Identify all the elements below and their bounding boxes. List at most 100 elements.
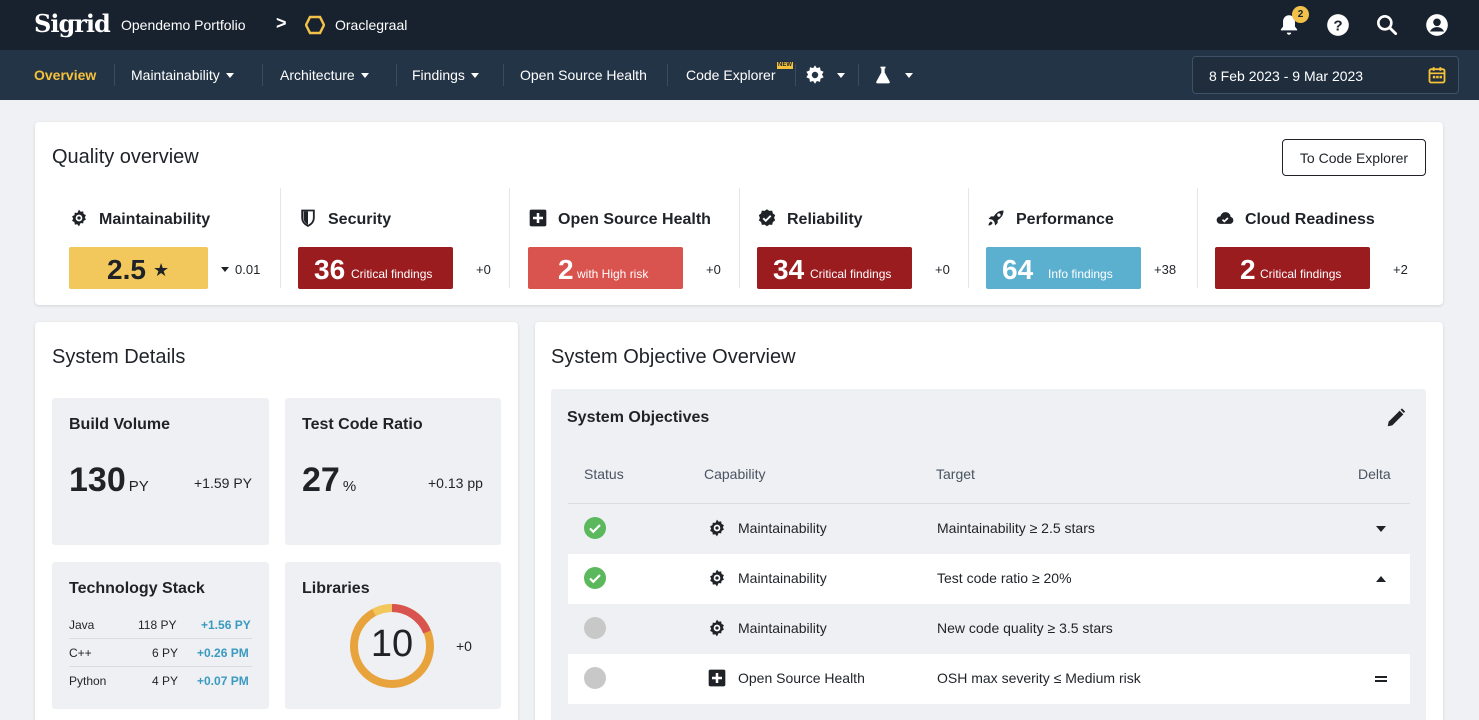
date-range-text: 8 Feb 2023 - 9 Mar 2023 — [1209, 68, 1364, 84]
metric-osh-value-box[interactable]: 2 with High risk — [528, 247, 683, 289]
breadcrumb-system[interactable]: Oraclegraal — [335, 17, 407, 33]
search-icon[interactable] — [1374, 12, 1400, 38]
status-unknown-icon — [584, 617, 606, 639]
metric-security-delta: +0 — [476, 262, 491, 277]
tech-lang: Python — [69, 674, 107, 688]
delta-down-icon — [1376, 526, 1386, 532]
metric-open-source-health[interactable]: Open Source Health 2 with High risk +0 — [528, 188, 738, 298]
metric-cloud-readiness[interactable]: Cloud Readiness 2 Critical findings +2 — [1215, 188, 1425, 298]
nav-findings-label: Findings — [412, 67, 465, 83]
test-code-ratio-title: Test Code Ratio — [302, 416, 423, 433]
to-code-explorer-button[interactable]: To Code Explorer — [1282, 139, 1426, 176]
system-objectives-card: System Objective Overview System Objecti… — [535, 322, 1443, 720]
chevron-down-icon[interactable] — [905, 73, 913, 78]
top-bar: Sigrid Opendemo Portfolio > Oraclegraal … — [0, 0, 1479, 50]
gear-icon[interactable] — [804, 64, 826, 86]
sigrid-logo[interactable]: Sigrid — [34, 9, 111, 38]
system-details-title: System Details — [52, 346, 186, 368]
objective-target: Maintainability ≥ 2.5 stars — [937, 520, 1095, 536]
new-badge: NEW — [777, 62, 793, 69]
metric-cloud-value-box[interactable]: 2 Critical findings — [1215, 247, 1370, 289]
nav-divider — [396, 64, 397, 86]
nav-overview[interactable]: Overview — [34, 67, 96, 83]
metric-security-value: 36 — [314, 254, 346, 285]
metric-performance-delta: +38 — [1154, 262, 1177, 277]
objective-row[interactable]: Open Source Health OSH max severity ≤ Me… — [568, 654, 1410, 704]
objective-row[interactable]: Maintainability Test code ratio ≥ 20% — [568, 554, 1410, 604]
objectives-table-header: Status Capability Target Delta — [568, 454, 1410, 504]
nav-divider — [667, 64, 668, 86]
cloud-icon — [1216, 212, 1234, 224]
status-unknown-icon — [584, 667, 606, 689]
metric-performance[interactable]: Performance 64 Info findings +38 — [986, 188, 1196, 298]
tech-row: C++ 6 PY +0.26 PM — [69, 639, 252, 667]
metric-security-value-box[interactable]: 36 Critical findings — [298, 247, 453, 289]
test-code-ratio-value: 27 — [302, 461, 340, 499]
metric-divider — [739, 188, 740, 288]
metric-reliability[interactable]: Reliability 34 Critical findings +0 — [757, 188, 967, 298]
metric-performance-value-box[interactable]: 64 Info findings — [986, 247, 1141, 289]
libraries-tile[interactable]: Libraries 10 +0 — [285, 562, 501, 709]
metric-security[interactable]: Security 36 Critical findings +0 — [298, 188, 508, 298]
metric-maintainability-label: Maintainability — [99, 211, 211, 228]
metric-performance-value: 64 — [1002, 254, 1034, 285]
metric-maintainability-value-box[interactable]: 2.5 ★ — [69, 247, 208, 289]
chevron-down-icon[interactable] — [837, 73, 845, 78]
metric-cloud-delta: +2 — [1393, 262, 1408, 277]
metric-cloud-label: Cloud Readiness — [1245, 211, 1375, 228]
notification-badge: 2 — [1292, 6, 1309, 23]
quality-overview-card: Quality overview To Code Explorer Mainta… — [35, 122, 1443, 305]
system-objective-overview-title: System Objective Overview — [551, 346, 796, 368]
help-icon[interactable]: ? — [1325, 12, 1351, 38]
test-code-ratio-tile[interactable]: Test Code Ratio 27% +0.13 pp — [285, 398, 501, 545]
header-status: Status — [584, 466, 624, 482]
tech-row: Python 4 PY +0.07 PM — [69, 667, 252, 695]
tech-delta: +0.07 PM — [197, 674, 249, 688]
metric-osh-label: Open Source Health — [558, 211, 711, 228]
metric-divider — [509, 188, 510, 288]
maintainability-icon — [710, 619, 724, 637]
metric-performance-sub: Info findings — [1048, 267, 1113, 281]
date-range-picker[interactable]: 8 Feb 2023 - 9 Mar 2023 — [1192, 56, 1459, 94]
objective-target: Test code ratio ≥ 20% — [937, 570, 1072, 586]
nav-code-explorer[interactable]: Code Explorer — [686, 67, 776, 83]
account-icon[interactable] — [1424, 12, 1450, 38]
metric-osh-value: 2 — [558, 254, 574, 285]
objective-row[interactable]: Maintainability Maintainability ≥ 2.5 st… — [568, 504, 1410, 554]
nav-open-source-health[interactable]: Open Source Health — [520, 67, 647, 83]
nav-findings[interactable]: Findings — [412, 67, 479, 83]
technology-stack-tile[interactable]: Technology Stack Java 118 PY +1.56 PY C+… — [52, 562, 269, 709]
metric-cloud-header: Cloud Readiness — [1215, 208, 1375, 229]
test-code-ratio-unit: % — [342, 478, 357, 495]
metric-osh-header: Open Source Health — [528, 208, 711, 229]
nav-architecture[interactable]: Architecture — [280, 67, 369, 83]
metric-cloud-value: 2 — [1240, 254, 1256, 285]
metric-security-sub: Critical findings — [351, 267, 433, 281]
metric-performance-label: Performance — [1016, 211, 1114, 228]
metric-maintainability-header: Maintainability — [69, 208, 210, 229]
plus-square-icon — [529, 209, 547, 227]
nav-maintainability[interactable]: Maintainability — [131, 67, 234, 83]
objective-row[interactable]: Maintainability New code quality ≥ 3.5 s… — [568, 604, 1410, 654]
objective-capability: Open Source Health — [738, 670, 865, 686]
delta-equal-icon — [1375, 676, 1387, 682]
metric-reliability-label: Reliability — [787, 211, 863, 228]
build-volume-tile[interactable]: Build Volume 130 PY +1.59 PY — [52, 398, 269, 545]
maintainability-icon — [72, 209, 86, 227]
header-capability: Capability — [704, 466, 766, 482]
system-objectives-panel: System Objectives Status Capability Targ… — [551, 389, 1426, 720]
metric-reliability-value-box[interactable]: 34 Critical findings — [757, 247, 912, 289]
tech-py: 4 PY — [152, 674, 179, 688]
edit-pencil-icon[interactable] — [1385, 407, 1407, 429]
calendar-icon[interactable] — [1427, 65, 1447, 85]
metric-maintainability[interactable]: Maintainability 2.5 ★ 0.01 — [69, 188, 299, 298]
metric-osh-delta: +0 — [706, 262, 721, 277]
star-icon: ★ — [153, 260, 170, 280]
breadcrumb-portfolio[interactable]: Opendemo Portfolio — [121, 17, 246, 33]
nav-divider — [114, 64, 115, 86]
objective-target: OSH max severity ≤ Medium risk — [937, 670, 1141, 686]
build-volume-title: Build Volume — [69, 416, 171, 433]
build-volume-value: 130 — [69, 461, 126, 499]
status-met-icon — [584, 567, 606, 589]
flask-icon[interactable] — [873, 65, 893, 85]
